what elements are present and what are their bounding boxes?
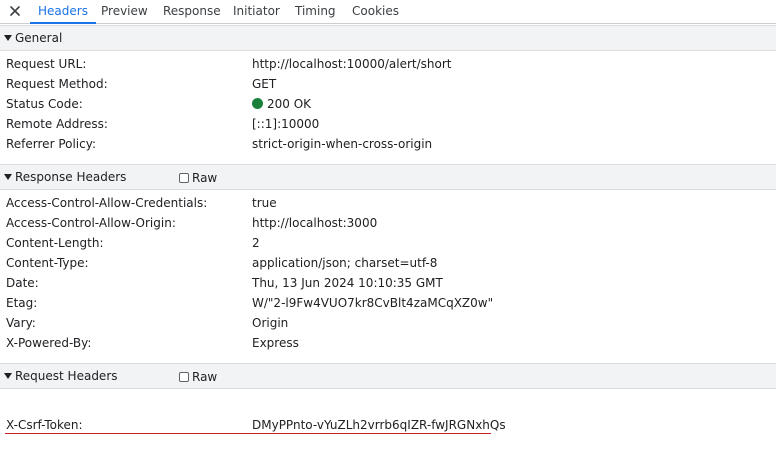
header-value[interactable]: [::1]:10000 (252, 114, 319, 134)
checkbox-box[interactable] (179, 173, 189, 183)
header-key: Remote Address: (6, 117, 108, 131)
header-value[interactable]: application/json; charset=utf-8 (252, 253, 437, 273)
header-value[interactable]: DMyPPnto-vYuZLh2vrrb6qIZR-fwJRGNxhQs (252, 415, 506, 435)
response-header-row: Vary: Origin (0, 313, 776, 333)
expand-triangle-icon (4, 174, 12, 180)
tab-cookies[interactable]: Cookies (352, 0, 399, 23)
general-row: Status Code: 200 OK (0, 94, 776, 114)
header-key: Content-Length: (6, 236, 104, 250)
header-key: Etag: (6, 296, 38, 310)
header-value[interactable]: GET (252, 74, 276, 94)
raw-label: Raw (192, 370, 218, 384)
response-header-row: Access-Control-Allow-Origin: http://loca… (0, 213, 776, 233)
tab-timing[interactable]: Timing (295, 0, 336, 23)
response-header-row: Content-Length: 2 (0, 233, 776, 253)
header-value[interactable]: Origin (252, 313, 288, 333)
response-header-row: Access-Control-Allow-Credentials: true (0, 193, 776, 213)
tab-response[interactable]: Response (163, 0, 221, 23)
response-header-row: Content-Type: application/json; charset=… (0, 253, 776, 273)
response-headers-title: Response Headers (15, 170, 127, 184)
header-value[interactable]: http://localhost:10000/alert/short (252, 54, 451, 74)
header-key: Access-Control-Allow-Origin: (6, 216, 176, 230)
tab-preview[interactable]: Preview (101, 0, 148, 23)
header-value[interactable]: http://localhost:3000 (252, 213, 377, 233)
header-value[interactable]: 2 (252, 233, 260, 253)
general-row: Request Method: GET (0, 74, 776, 94)
response-header-row: X-Powered-By: Express (0, 333, 776, 353)
raw-label: Raw (192, 171, 218, 185)
tab-headers[interactable]: Headers (30, 0, 96, 24)
header-value[interactable]: Express (252, 333, 299, 353)
general-section-header[interactable]: General (0, 25, 776, 51)
response-header-row: Etag: W/"2-l9Fw4VUO7kr8CvBlt4zaMCqXZ0w" (0, 293, 776, 313)
header-key: Status Code: (6, 97, 83, 111)
header-key: Request Method: (6, 77, 108, 91)
raw-checkbox[interactable]: Raw (179, 171, 217, 185)
tab-initiator[interactable]: Initiator (233, 0, 280, 23)
header-value[interactable]: strict-origin-when-cross-origin (252, 134, 432, 154)
close-icon[interactable] (6, 2, 24, 20)
header-key: Date: (6, 276, 39, 290)
general-row: Remote Address: [::1]:10000 (0, 114, 776, 134)
header-key: X-Powered-By: (6, 336, 92, 350)
general-section-title: General (15, 31, 63, 45)
header-key: Vary: (6, 316, 36, 330)
status-text: 200 OK (267, 97, 312, 111)
response-headers-section-header[interactable]: Response Headers Raw (0, 164, 776, 190)
header-key: Referrer Policy: (6, 137, 96, 151)
header-key: Request URL: (6, 57, 87, 71)
header-key: Access-Control-Allow-Credentials: (6, 196, 208, 210)
expand-triangle-icon (4, 373, 12, 379)
expand-triangle-icon (4, 35, 12, 41)
header-key: X-Csrf-Token: (6, 418, 83, 432)
header-value[interactable]: W/"2-l9Fw4VUO7kr8CvBlt4zaMCqXZ0w" (252, 293, 493, 313)
highlight-underline (5, 433, 491, 434)
header-key: Content-Type: (6, 256, 89, 270)
tab-bar: Headers Preview Response Initiator Timin… (0, 0, 776, 24)
general-row: Request URL: http://localhost:10000/aler… (0, 54, 776, 74)
response-header-row: Date: Thu, 13 Jun 2024 10:10:35 GMT (0, 273, 776, 293)
header-value[interactable]: true (252, 193, 277, 213)
raw-checkbox[interactable]: Raw (179, 370, 217, 384)
request-headers-section-header[interactable]: Request Headers Raw (0, 363, 776, 389)
general-row: Referrer Policy: strict-origin-when-cros… (0, 134, 776, 154)
request-headers-title: Request Headers (15, 369, 118, 383)
status-ok-icon (252, 98, 263, 109)
request-header-row: X-Csrf-Token: DMyPPnto-vYuZLh2vrrb6qIZR-… (0, 415, 776, 435)
header-value[interactable]: Thu, 13 Jun 2024 10:10:35 GMT (252, 273, 443, 293)
checkbox-box[interactable] (179, 372, 189, 382)
status-code-value[interactable]: 200 OK (252, 94, 311, 114)
